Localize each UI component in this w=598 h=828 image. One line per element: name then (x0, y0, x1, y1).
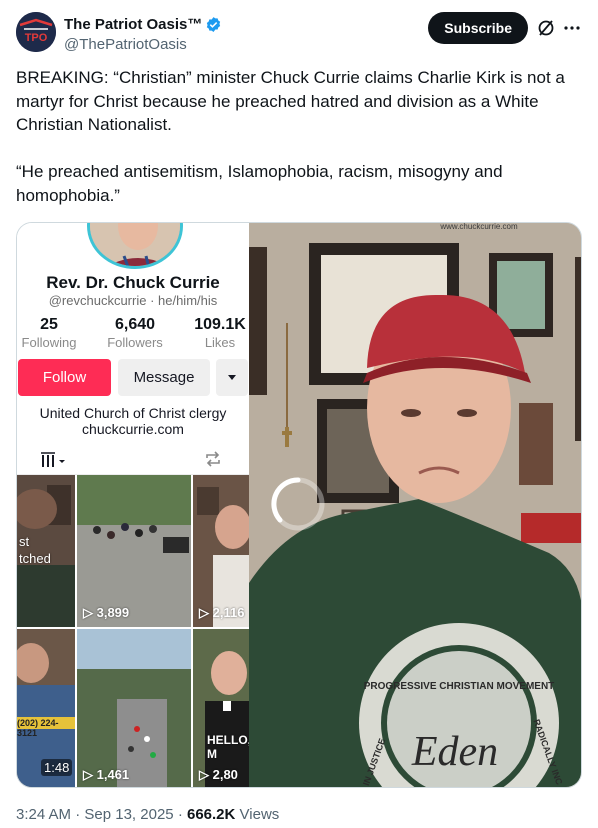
tiktok-stat-likes: 109.1K Likes (194, 316, 246, 350)
tiktok-stat-followers: 6,640 Followers (107, 316, 163, 350)
tiktok-video-thumb[interactable]: ▷ 1,461 (77, 629, 191, 787)
views-label: Views (239, 806, 280, 823)
meta-separator: · (177, 806, 183, 823)
tiktok-more-dropdown[interactable] (216, 359, 248, 396)
avatar[interactable]: TPO (16, 12, 56, 52)
verified-badge-icon (207, 16, 221, 32)
tweet-header: TPO The Patriot Oasis™ @ThePatriotOasis … (16, 12, 582, 56)
avatar-logo-text: TPO (25, 32, 48, 44)
thumb-view-count: ▷ 1,461 (83, 767, 130, 782)
video-frame[interactable]: www.chuckcurrie.com PROGRESSIVE CHRISTIA… (249, 223, 581, 787)
meta-separator: · (75, 806, 81, 823)
tiktok-stat-following: 25 Following (21, 316, 77, 350)
videos-grid-tab-icon[interactable] (39, 449, 79, 471)
thumb-overlay-text: st tched (19, 534, 51, 566)
tiktok-follow-button[interactable]: Follow (18, 359, 111, 396)
tiktok-handle: @revchuckcurrie · he/him/his (48, 293, 218, 308)
tiktok-avatar (87, 223, 183, 269)
account-names: The Patriot Oasis™ @ThePatriotOasis (64, 14, 222, 53)
thumb-phone-text: (202) 224-3121 (17, 718, 59, 738)
tiktok-bio: United Church of Christ clergy chuckcurr… (17, 405, 249, 437)
tiktok-video-thumb[interactable]: (202) 224-3121 1:48 (17, 629, 75, 787)
tiktok-tabs (17, 445, 249, 475)
tweet-date[interactable]: Sep 13, 2025 (84, 806, 173, 823)
tiktok-video-thumb[interactable]: ▷ 2,116 (193, 475, 249, 627)
tiktok-bio-line: United Church of Christ clergy (39, 405, 227, 421)
tiktok-video-thumb[interactable]: st tched (17, 475, 75, 627)
views-count: 666.2K (186, 806, 236, 823)
thumb-view-count: ▷ 2,80 (199, 767, 238, 782)
shirt-top-text: PROGRESSIVE CHRISTIAN MOVEMENT (364, 681, 555, 692)
subscribe-button[interactable]: Subscribe (428, 12, 528, 44)
caret-down-icon (228, 375, 236, 380)
tiktok-message-button[interactable]: Message (118, 359, 210, 396)
tiktok-video-thumb[interactable]: ▷ 3,899 (77, 475, 191, 627)
shirt-word-text: Eden (411, 729, 498, 775)
grok-icon[interactable] (536, 18, 556, 38)
account-handle[interactable]: @ThePatriotOasis (64, 36, 222, 53)
tiktok-bio-link[interactable]: chuckcurrie.com (17, 421, 249, 437)
tiktok-video-grid: st tched ▷ 3,899 ▷ 2,116 (202) 224-3121 … (17, 475, 249, 787)
tiktok-profile-panel: Rev. Dr. Chuck Currie @revchuckcurrie · … (17, 223, 249, 787)
thumb-overlay-text: HELLO, M (207, 733, 249, 761)
loading-spinner-icon (271, 477, 325, 531)
wall-url-text: www.chuckcurrie.com (439, 223, 518, 231)
thumb-view-count: ▷ 2,116 (199, 605, 245, 620)
display-name[interactable]: The Patriot Oasis™ (64, 16, 202, 33)
thumb-view-count: ▷ 3,899 (83, 605, 130, 620)
tweet-meta: 3:24 AM · Sep 13, 2025 · 666.2K Views (16, 806, 279, 823)
more-options-icon[interactable] (562, 18, 582, 38)
tiktok-video-thumb[interactable]: HELLO, M ▷ 2,80 (193, 629, 249, 787)
tweet-time[interactable]: 3:24 AM (16, 806, 71, 823)
tiktok-name: Rev. Dr. Chuck Currie (46, 273, 220, 292)
tweet-text: BREAKING: “Christian” minister Chuck Cur… (16, 68, 565, 205)
thumb-duration: 1:48 (41, 759, 73, 776)
tweet-media[interactable]: Rev. Dr. Chuck Currie @revchuckcurrie · … (16, 222, 582, 788)
repost-tab-icon[interactable] (203, 449, 223, 469)
